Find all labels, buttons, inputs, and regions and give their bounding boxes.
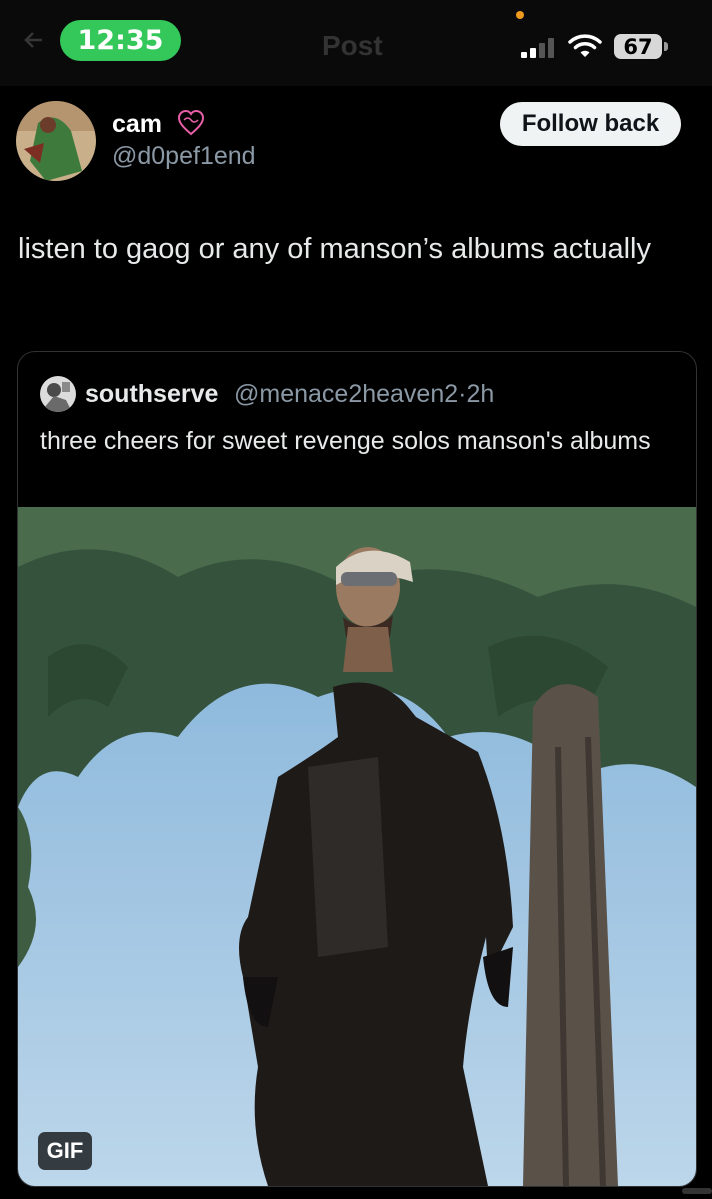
header-title: Post: [322, 30, 383, 61]
author-display-name[interactable]: cam: [112, 110, 162, 139]
status-bar: Post 12:35 67: [0, 0, 712, 86]
follow-back-button[interactable]: Follow back: [500, 102, 681, 146]
quoted-text: three cheers for sweet revenge solos man…: [40, 427, 651, 455]
battery-icon: 67: [614, 34, 662, 59]
quoted-display-name[interactable]: southserve: [85, 380, 218, 409]
quoted-handle[interactable]: @menace2heaven2: [234, 380, 458, 408]
signal-icon: [521, 38, 554, 58]
heart-outline-icon: [177, 109, 205, 136]
quoted-meta[interactable]: @menace2heaven2·2h: [234, 380, 494, 409]
wifi-icon: [568, 34, 602, 57]
post-text: listen to gaog or any of manson’s albums…: [18, 233, 651, 265]
privacy-indicator-dot: [516, 11, 524, 19]
status-time: 12:35: [60, 20, 181, 61]
back-arrow-icon[interactable]: [22, 28, 46, 52]
quoted-avatar[interactable]: [40, 376, 76, 412]
quoted-time: 2h: [466, 380, 495, 408]
quoted-post-card[interactable]: southserve @menace2heaven2·2h three chee…: [17, 351, 697, 1187]
gif-badge: GIF: [38, 1132, 92, 1170]
author-avatar[interactable]: [16, 101, 96, 181]
author-handle[interactable]: @d0pef1end: [112, 142, 256, 171]
battery-nub: [664, 42, 668, 51]
quoted-gif-media[interactable]: [18, 507, 696, 1186]
home-indicator: [682, 1188, 712, 1194]
